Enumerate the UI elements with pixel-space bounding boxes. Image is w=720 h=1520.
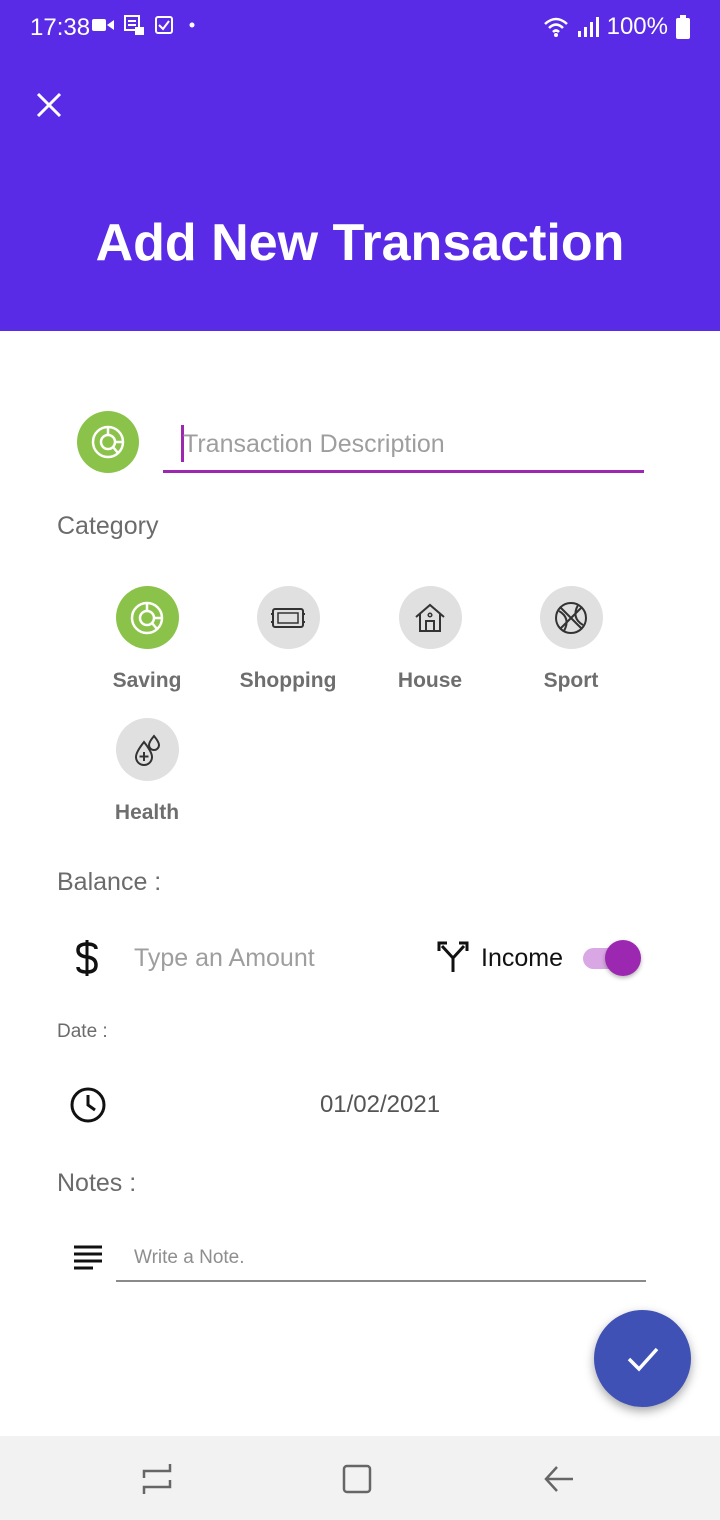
category-house[interactable]: House — [380, 586, 480, 694]
category-health-label: Health — [114, 801, 180, 824]
category-saving[interactable]: Saving — [97, 586, 197, 694]
note-input[interactable] — [134, 1244, 634, 1272]
pie-chart-icon — [130, 601, 164, 634]
check-icon — [627, 1347, 658, 1372]
category-house-circle — [398, 586, 462, 649]
category-label: Category — [57, 512, 159, 540]
notes-lines-icon — [74, 1245, 102, 1270]
sim-card-icon — [124, 15, 144, 35]
date-value[interactable]: 01/02/2021 — [260, 1090, 500, 1120]
status-left-icons — [92, 14, 201, 36]
category-saving-circle — [115, 586, 179, 649]
category-saving-label: Saving — [112, 669, 182, 692]
selected-category-avatar — [77, 411, 139, 473]
dollar-icon — [76, 940, 98, 976]
video-camera-icon — [92, 19, 114, 31]
battery-icon — [676, 15, 690, 39]
clock-icon[interactable] — [69, 1086, 107, 1124]
close-icon — [36, 92, 62, 118]
toggle-thumb — [605, 940, 641, 976]
category-shopping-circle — [256, 586, 320, 649]
dot-icon — [189, 22, 195, 28]
category-shopping[interactable]: Shopping — [238, 586, 338, 694]
save-button[interactable] — [594, 1310, 691, 1407]
description-input[interactable] — [183, 426, 638, 462]
home-icon[interactable] — [340, 1462, 374, 1496]
page-title: Add New Transaction — [95, 214, 625, 272]
date-label: Date : — [57, 1021, 108, 1042]
recent-apps-icon[interactable] — [140, 1462, 174, 1496]
health-drop-icon — [134, 733, 161, 766]
category-sport-label: Sport — [543, 669, 599, 692]
category-health-circle — [115, 718, 179, 781]
status-time: 17:38 — [30, 14, 91, 41]
battery-percent: 100% — [606, 13, 668, 40]
income-toggle[interactable] — [583, 939, 643, 977]
basketball-icon — [555, 601, 587, 634]
split-arrows-icon — [437, 941, 469, 972]
income-label: Income — [481, 944, 563, 972]
ticket-icon — [271, 607, 305, 628]
category-sport[interactable]: Sport — [521, 586, 621, 694]
status-right: 100% — [543, 12, 690, 42]
app-header — [0, 0, 720, 331]
balance-label: Balance : — [57, 868, 162, 896]
amount-input[interactable] — [134, 940, 394, 976]
saving-chart-icon — [91, 425, 125, 459]
signal-icon — [577, 17, 599, 37]
house-icon — [415, 603, 445, 632]
checkbox-icon — [155, 16, 173, 34]
wifi-icon — [543, 17, 568, 37]
category-health[interactable]: Health — [97, 718, 197, 826]
notes-label: Notes : — [57, 1169, 137, 1197]
category-house-label: House — [397, 669, 463, 692]
category-sport-circle — [539, 586, 603, 649]
back-icon[interactable] — [542, 1462, 576, 1496]
category-shopping-label: Shopping — [239, 669, 337, 692]
close-button[interactable] — [30, 86, 68, 124]
